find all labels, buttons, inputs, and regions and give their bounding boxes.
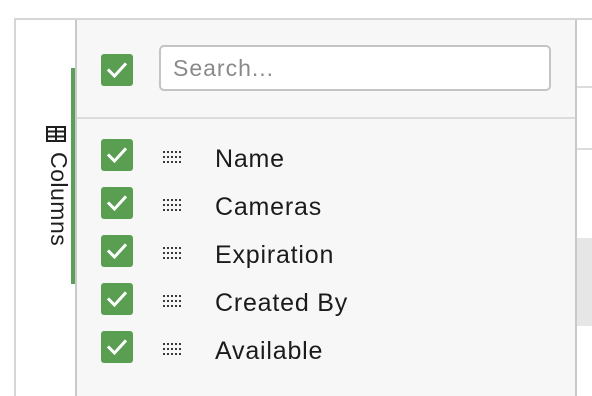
columns-side-tab[interactable]: Columns [16, 20, 74, 396]
check-icon [106, 291, 128, 308]
drag-handle-icon[interactable] [163, 295, 183, 309]
columns-icon [45, 126, 69, 142]
drag-handle-icon[interactable] [163, 151, 183, 165]
column-item[interactable]: Available [77, 327, 575, 375]
grid-divider [577, 148, 592, 150]
grid-divider [577, 86, 592, 88]
column-label: Name [215, 145, 285, 173]
panel-header [77, 20, 575, 119]
column-item[interactable]: Created By [77, 279, 575, 327]
columns-tab-label: Columns [46, 152, 72, 247]
column-label: Created By [215, 289, 349, 317]
select-all-checkbox[interactable] [101, 54, 133, 86]
grid-row-highlight [577, 238, 592, 326]
check-icon [106, 339, 128, 356]
column-checkbox[interactable] [101, 235, 133, 267]
columns-tool-panel: Name Cameras Expiration Created By [75, 20, 577, 396]
drag-handle-icon[interactable] [163, 199, 183, 213]
check-icon [106, 195, 128, 212]
column-label: Cameras [215, 193, 323, 221]
column-checkbox[interactable] [101, 283, 133, 315]
column-checkbox[interactable] [101, 331, 133, 363]
column-item[interactable]: Expiration [77, 231, 575, 279]
check-icon [106, 147, 128, 164]
grid-right-edge [577, 20, 592, 396]
column-item[interactable]: Name [77, 135, 575, 183]
column-item[interactable]: Cameras [77, 183, 575, 231]
column-label: Available [215, 337, 324, 365]
check-icon [106, 243, 128, 260]
check-icon [106, 62, 128, 79]
column-checkbox[interactable] [101, 187, 133, 219]
columns-tab-label-group[interactable]: Columns [45, 126, 72, 246]
column-search-input[interactable] [159, 45, 551, 91]
drag-handle-icon[interactable] [163, 247, 183, 261]
drag-handle-icon[interactable] [163, 343, 183, 357]
column-label: Expiration [215, 241, 335, 269]
column-checkbox[interactable] [101, 139, 133, 171]
